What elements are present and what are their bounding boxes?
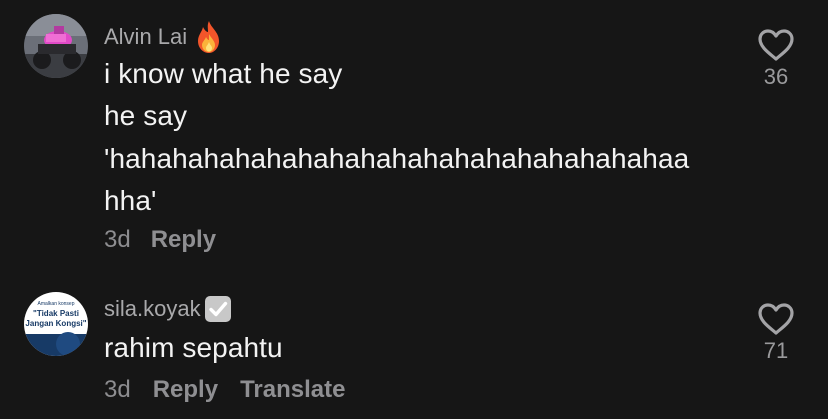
avatar-small-text: Amalkan konsep xyxy=(38,301,75,307)
avatar-line-2: Jangan Kongsi" xyxy=(25,319,86,328)
avatar[interactable]: Amalkan konsep "Tidak Pasti Jangan Kongs… xyxy=(24,292,88,356)
avatar-line-1: "Tidak Pasti xyxy=(33,309,79,318)
comment-item: Amalkan konsep "Tidak Pasti Jangan Kongs… xyxy=(0,280,828,419)
comment-text-line: hha' xyxy=(104,185,157,216)
comment-text-line: 'hahahahahahahahahahahahahahahahahahaa xyxy=(104,143,690,174)
verified-check-icon xyxy=(203,294,233,324)
like-count: 71 xyxy=(763,338,789,363)
avatar-notice-image: Amalkan konsep "Tidak Pasti Jangan Kongs… xyxy=(24,292,88,356)
username-text: Alvin Lai xyxy=(104,24,188,49)
username-text: sila.koyak xyxy=(104,296,201,321)
comment-username[interactable]: Alvin Lai xyxy=(104,20,223,54)
avatar-motorcycle-image xyxy=(24,14,88,78)
fire-icon xyxy=(195,20,223,54)
like-count: 36 xyxy=(763,64,789,89)
comment-text-line: rahim sepahtu xyxy=(104,332,283,363)
like-button[interactable]: 36 xyxy=(754,28,798,90)
reply-button[interactable]: Reply xyxy=(153,376,218,404)
comment-text-line: i know what he say xyxy=(104,58,343,89)
translate-button[interactable]: Translate xyxy=(240,376,345,404)
comment-username[interactable]: sila.koyak xyxy=(104,294,233,324)
comment-meta: 3d Reply xyxy=(104,226,216,254)
comment-age: 3d xyxy=(104,376,131,403)
avatar[interactable] xyxy=(24,14,88,78)
reply-button[interactable]: Reply xyxy=(151,226,216,254)
heart-icon xyxy=(758,29,794,61)
comment-age: 3d xyxy=(104,226,131,253)
comment-meta: 3d Reply Translate xyxy=(104,376,345,404)
comment-item: Alvin Lai i know what he say he say 'hah… xyxy=(0,0,828,270)
heart-icon xyxy=(758,303,794,335)
like-button[interactable]: 71 xyxy=(754,302,798,364)
comment-text-line: he say xyxy=(104,100,188,131)
